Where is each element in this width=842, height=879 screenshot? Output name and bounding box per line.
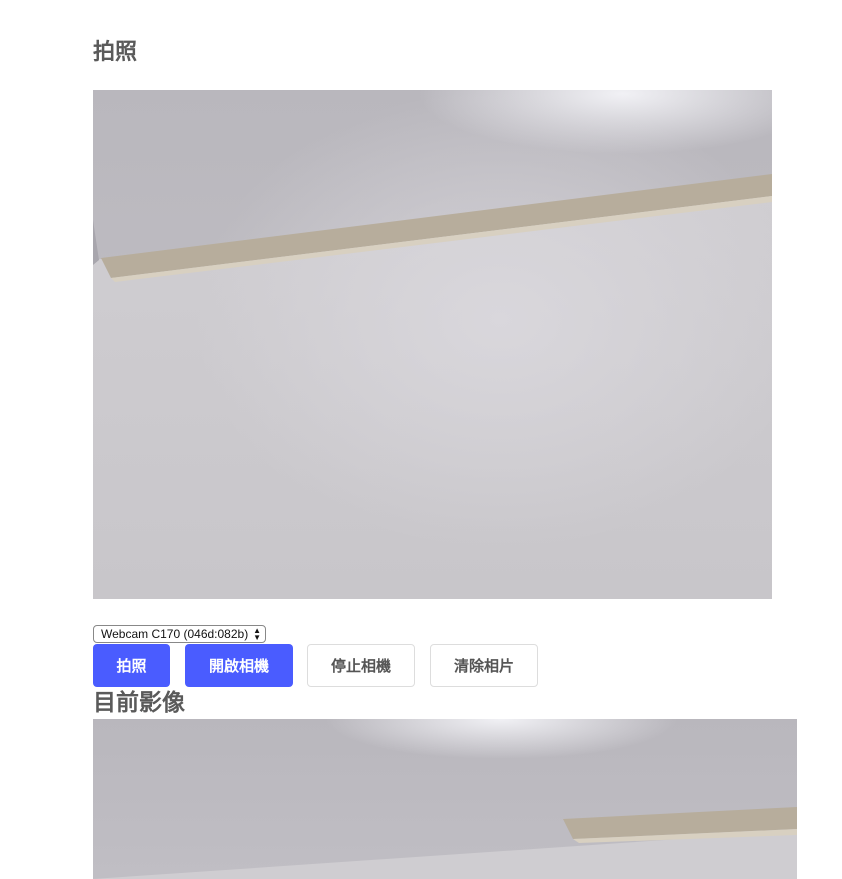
webcam-feed [93, 90, 772, 599]
camera-video [93, 90, 772, 599]
captured-photo [93, 719, 797, 879]
clear-photos-button[interactable]: 清除相片 [430, 644, 538, 687]
capture-button[interactable]: 拍照 [93, 644, 170, 687]
select-arrows-icon: ▲ ▼ [253, 626, 261, 642]
stop-camera-button[interactable]: 停止相機 [307, 644, 415, 687]
page-title: 拍照 [93, 40, 138, 65]
preview-title: 目前影像 [93, 690, 185, 716]
camera-device-value: Webcam C170 (046d:082b) [101, 627, 249, 641]
camera-device-select[interactable]: Webcam C170 (046d:082b) ▲ ▼ [93, 625, 266, 643]
start-camera-button[interactable]: 開啟相機 [185, 644, 293, 687]
camera-page: 拍照 Webcam C170 (046d:082b) ▲ ▼ 拍照 開啟相機 停… [0, 0, 842, 879]
captured-image [93, 719, 797, 879]
